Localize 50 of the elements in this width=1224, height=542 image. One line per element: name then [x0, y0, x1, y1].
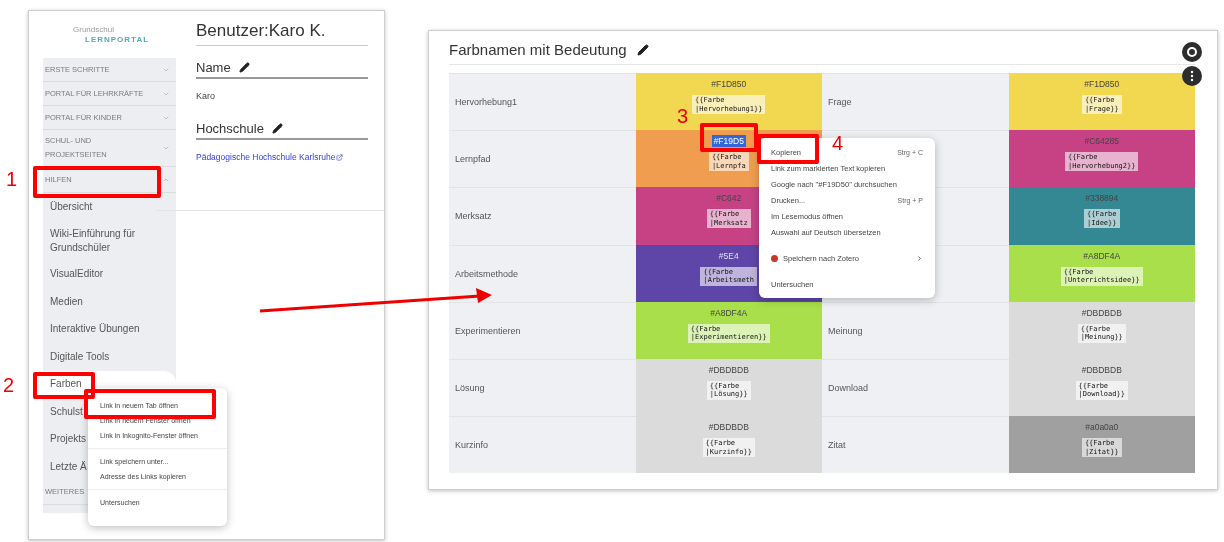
nav-link[interactable]: Übersicht: [43, 193, 176, 221]
nav-link[interactable]: Interaktive Übungen: [43, 315, 176, 343]
color-name: Hervorhebung1: [455, 97, 518, 108]
color-name: Arbeitsmethode: [455, 268, 519, 279]
chevron-down-icon: [162, 144, 170, 152]
step-number: 3: [677, 105, 689, 128]
hex-code: #5E4: [717, 249, 740, 262]
color-name: Download: [828, 383, 869, 394]
chevron-right-icon: [916, 254, 923, 262]
field-value: Karo: [196, 91, 216, 101]
nav-link[interactable]: Digitale Tools: [43, 343, 176, 371]
hex-code: #A8DF4A: [1082, 249, 1122, 262]
nav-link[interactable]: Wiki-Einführung für Grundschüler: [43, 220, 176, 261]
hex-code: #DBDBDB: [707, 363, 750, 376]
color-name: Frage: [828, 97, 852, 108]
highlight-frame: [757, 134, 819, 164]
hex-code: #F19D5: [711, 135, 746, 148]
zotero-icon: [771, 254, 778, 262]
section-heading: Name: [196, 60, 368, 79]
hex-code: #A8DF4A: [709, 306, 749, 319]
pencil-icon[interactable]: [636, 43, 649, 56]
logo: Grundschul LERNPORTAL: [72, 24, 151, 46]
hex-code: #F1D850: [710, 78, 748, 90]
nav-link[interactable]: Medien: [43, 288, 176, 316]
hex-code: #C642: [715, 192, 743, 205]
hex-code: #DBDBDB: [1080, 306, 1123, 319]
page-title: Benutzer:Karo K.: [196, 21, 368, 46]
hex-code: #DBDBDB: [707, 421, 750, 434]
color-name: Experimentieren: [455, 325, 521, 336]
color-name: Lernpfad: [455, 154, 491, 165]
hex-code: #F1D850: [1083, 78, 1121, 90]
external-link-icon: [336, 153, 344, 161]
color-name: Lösung: [455, 383, 485, 394]
hex-code: #338894: [1084, 192, 1120, 205]
color-name: Meinung: [828, 325, 863, 336]
hex-code: #C64285: [1083, 135, 1120, 148]
step-number: 1: [6, 168, 18, 191]
color-name: Merksatz: [455, 211, 492, 222]
hex-code: #DBDBDB: [1080, 363, 1123, 376]
pencil-icon[interactable]: [238, 62, 250, 73]
color-name: Kurzinfo: [455, 440, 489, 451]
step-number: 4: [832, 132, 844, 155]
highlight-frame: [700, 123, 758, 152]
step-number: 2: [3, 374, 15, 397]
section-heading: Hochschule: [196, 121, 368, 140]
pencil-icon[interactable]: [271, 123, 283, 134]
hex-code: #a0a0a0: [1084, 421, 1120, 434]
link[interactable]: Pädagogische Hochschule Karlsruhe: [196, 152, 336, 162]
nav-link[interactable]: VisualEditor: [43, 260, 176, 288]
color-name: Zitat: [828, 440, 846, 451]
